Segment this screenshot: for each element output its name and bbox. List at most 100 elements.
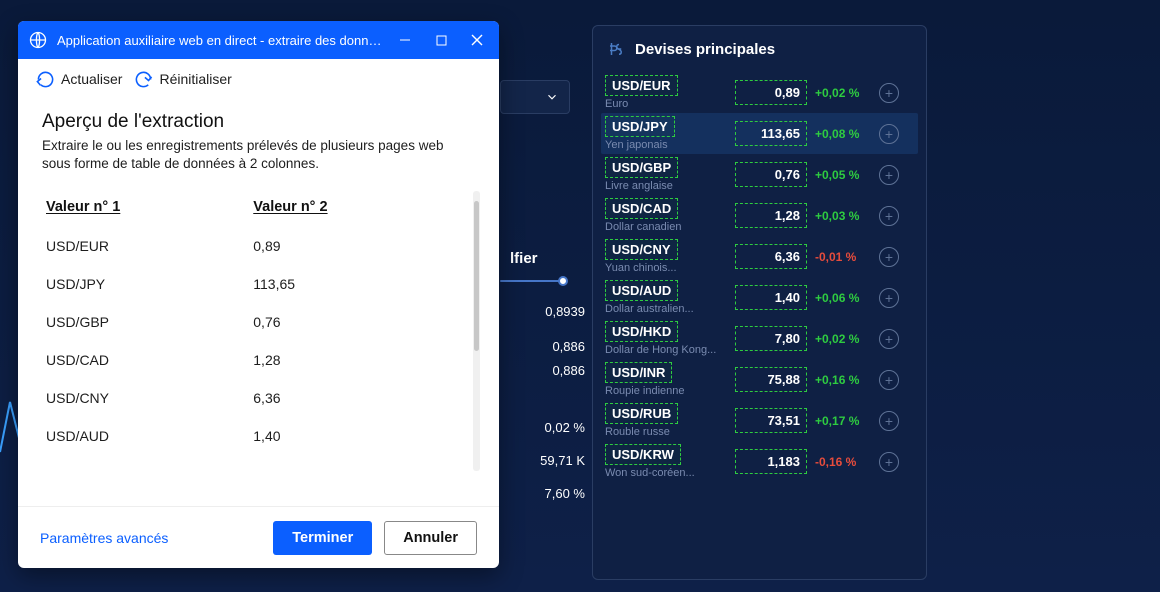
bg-value-2: 0,886 xyxy=(500,339,585,354)
currency-pair-name: Dollar de Hong Kong... xyxy=(605,344,727,356)
table-row: USD/EUR0,89 xyxy=(42,227,465,265)
add-currency-button[interactable]: + xyxy=(879,83,899,103)
cell-value-2: 0,76 xyxy=(249,303,465,341)
currency-pair-code: USD/CAD xyxy=(605,198,678,219)
cell-value-1: USD/CNY xyxy=(42,379,249,417)
bg-value-1: 0,8939 xyxy=(500,304,585,319)
add-currency-button[interactable]: + xyxy=(879,288,899,308)
advanced-settings-link[interactable]: Paramètres avancés xyxy=(40,530,168,546)
add-currency-button[interactable]: + xyxy=(879,411,899,431)
add-currency-button[interactable]: + xyxy=(879,165,899,185)
currency-rate: 0,89 xyxy=(735,80,807,105)
currency-change: +0,05 % xyxy=(815,168,871,182)
currency-pair-name: Dollar australien... xyxy=(605,303,727,315)
globe-icon xyxy=(28,30,48,50)
add-currency-button[interactable]: + xyxy=(879,329,899,349)
cancel-button[interactable]: Annuler xyxy=(384,521,477,555)
currency-rate: 73,51 xyxy=(735,408,807,433)
currency-pair-code: USD/RUB xyxy=(605,403,678,424)
currency-row[interactable]: USD/CADDollar canadien1,28+0,03 %+ xyxy=(605,195,914,236)
currency-panel: Devises principales USD/EUR Euro 0,89 +0,02… xyxy=(592,25,927,580)
currency-pair-code: USD/AUD xyxy=(605,280,678,301)
add-currency-button[interactable]: + xyxy=(879,124,899,144)
extract-preview-table: Valeur n° 1 Valeur n° 2 USD/EUR0,89USD/J… xyxy=(42,191,465,455)
currency-row[interactable]: USD/RUBRouble russe73,51+0,17 %+ xyxy=(605,400,914,441)
currency-pair-code: USD/CNY xyxy=(605,239,678,260)
currency-change: +0,08 % xyxy=(815,127,871,141)
cell-value-2: 1,40 xyxy=(249,417,465,455)
currency-pair-code: USD/KRW xyxy=(605,444,681,465)
table-row: USD/JPY113,65 xyxy=(42,265,465,303)
bg-currency-dropdown[interactable] xyxy=(500,80,570,114)
refresh-label: Actualiser xyxy=(61,71,122,87)
cell-value-1: USD/JPY xyxy=(42,265,249,303)
currency-row[interactable]: USD/GBPLivre anglaise0,76+0,05 %+ xyxy=(605,154,914,195)
table-row: USD/GBP0,76 xyxy=(42,303,465,341)
currency-pair-code: USD/EUR xyxy=(605,75,678,96)
currency-rate: 1,28 xyxy=(735,203,807,228)
currency-change: -0,01 % xyxy=(815,250,871,264)
currency-rate: 7,80 xyxy=(735,326,807,351)
currency-change: +0,06 % xyxy=(815,291,871,305)
minimize-button[interactable] xyxy=(387,21,423,59)
currency-row[interactable]: USD/CNY Yuan chinois... 6,36 -0,01 % + xyxy=(605,236,914,277)
extract-dialog: Application auxiliaire web en direct - e… xyxy=(18,21,499,568)
currency-rate: 75,88 xyxy=(735,367,807,392)
column-header-1[interactable]: Valeur n° 1 xyxy=(42,191,249,227)
add-currency-button[interactable]: + xyxy=(879,452,899,472)
close-button[interactable] xyxy=(459,21,495,59)
cell-value-2: 6,36 xyxy=(249,379,465,417)
currency-pair-name: Livre anglaise xyxy=(605,180,727,192)
reset-button[interactable]: Réinitialiser xyxy=(130,66,235,93)
currency-row[interactable]: USD/KRWWon sud-coréen...1,183-0,16 %+ xyxy=(605,441,914,482)
currency-panel-title: Devises principales xyxy=(635,41,775,58)
reset-label: Réinitialiser xyxy=(159,71,231,87)
currency-pair-code: USD/GBP xyxy=(605,157,678,178)
cell-value-2: 1,28 xyxy=(249,341,465,379)
add-currency-button[interactable]: + xyxy=(879,247,899,267)
column-header-2[interactable]: Valeur n° 2 xyxy=(249,191,465,227)
dialog-title: Application auxiliaire web en direct - e… xyxy=(57,33,387,48)
bg-value-6: 7,60 % xyxy=(500,486,585,501)
cell-value-1: USD/CAD xyxy=(42,341,249,379)
maximize-button[interactable] xyxy=(423,21,459,59)
currency-pair-name: Yen japonais xyxy=(605,139,727,151)
cell-value-1: USD/GBP xyxy=(42,303,249,341)
finish-button[interactable]: Terminer xyxy=(273,521,372,555)
currency-pair-code: USD/HKD xyxy=(605,321,678,342)
dialog-titlebar[interactable]: Application auxiliaire web en direct - e… xyxy=(18,21,499,59)
currency-row[interactable]: USD/JPY Yen japonais 113,65 +0,08 % + xyxy=(601,113,918,154)
bg-chart-sliver xyxy=(0,372,20,502)
add-currency-button[interactable]: + xyxy=(879,370,899,390)
cell-value-1: USD/AUD xyxy=(42,417,249,455)
refresh-button[interactable]: Actualiser xyxy=(32,66,126,93)
currency-pair-code: USD/JPY xyxy=(605,116,675,137)
cell-value-2: 113,65 xyxy=(249,265,465,303)
currency-change: +0,03 % xyxy=(815,209,871,223)
currency-pair-name: Euro xyxy=(605,98,727,110)
currency-rate: 6,36 xyxy=(735,244,807,269)
cell-value-1: USD/EUR xyxy=(42,227,249,265)
bg-slider-thumb[interactable] xyxy=(558,276,568,286)
bg-slider-track xyxy=(500,280,565,282)
currency-rate: 1,40 xyxy=(735,285,807,310)
currency-rate: 1,183 xyxy=(735,449,807,474)
currency-row[interactable]: USD/AUD Dollar australien... 1,40 +0,06 % + xyxy=(605,277,914,318)
currency-rate: 113,65 xyxy=(735,121,807,146)
scrollbar-thumb[interactable] xyxy=(474,201,479,351)
currency-change: +0,02 % xyxy=(815,332,871,346)
currency-change: +0,17 % xyxy=(815,414,871,428)
dialog-subheading: Extraire le ou les enregistrements préle… xyxy=(42,137,475,173)
dialog-heading: Aperçu de l'extraction xyxy=(42,111,475,133)
add-currency-button[interactable]: + xyxy=(879,206,899,226)
bg-text-fragment: lfier xyxy=(510,250,538,267)
bg-value-5: 59,71 K xyxy=(500,453,585,468)
currency-pair-name: Roupie indienne xyxy=(605,385,727,397)
currency-row[interactable]: USD/INRRoupie indienne75,88+0,16 %+ xyxy=(605,359,914,400)
currency-pair-name: Yuan chinois... xyxy=(605,262,727,274)
currency-pair-name: Won sud-coréen... xyxy=(605,467,727,479)
currency-change: +0,02 % xyxy=(815,86,871,100)
currency-row[interactable]: USD/HKD Dollar de Hong Kong... 7,80 +0,02 %… xyxy=(605,318,914,359)
currency-row[interactable]: USD/EUR Euro 0,89 +0,02 % + xyxy=(605,72,914,113)
table-row: USD/CAD1,28 xyxy=(42,341,465,379)
